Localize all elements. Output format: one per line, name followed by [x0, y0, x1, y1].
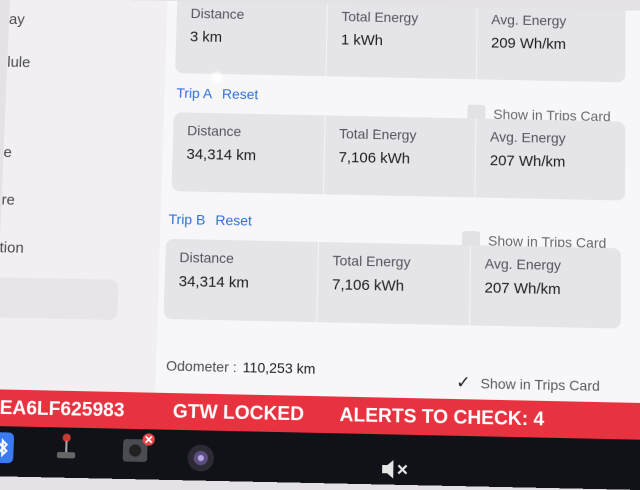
alerts-count: ALERTS TO CHECK: 4: [339, 404, 545, 431]
sidebar-item-selected[interactable]: [0, 276, 119, 321]
trip-b-title: Trip B: [168, 210, 206, 228]
odometer-readout: Odometer : 110,253 km: [166, 357, 316, 376]
trip-a-avg-value: 207 Wh/km: [489, 152, 566, 171]
trip-a-header: Trip A Reset: [176, 85, 258, 102]
dashcam-icon[interactable]: [120, 433, 156, 472]
camera-icon[interactable]: [185, 442, 216, 479]
joystick-icon[interactable]: [53, 431, 79, 467]
energy-cell: Total Energy 1 kWh: [325, 0, 478, 80]
sidebar-item-5[interactable]: tion: [0, 239, 24, 256]
sidebar-item-1[interactable]: ay: [9, 11, 25, 28]
trip-a-avg-cell: Avg. Energy 207 Wh/km: [474, 118, 627, 201]
avg-cell: Avg. Energy 209 Wh/km: [475, 1, 627, 83]
energy-label: Total Energy: [341, 8, 419, 26]
bluetooth-icon[interactable]: [0, 432, 15, 468]
vin-fragment: 1EA6LF625983: [0, 397, 125, 422]
trips-screen: ay lule e re tion Distance 3 km Total En…: [0, 0, 640, 490]
trip-b-energy-label: Total Energy: [332, 252, 411, 270]
trip-b-reset-button[interactable]: Reset: [215, 212, 252, 229]
sidebar-item-4[interactable]: re: [1, 192, 15, 209]
trip-b-energy-cell: Total Energy 7,106 kWh: [316, 241, 471, 326]
trip-b-avg-cell: Avg. Energy 207 Wh/km: [469, 245, 623, 329]
trip-b-energy-value: 7,106 kWh: [331, 276, 405, 295]
distance-label: Distance: [190, 5, 245, 22]
avg-label: Avg. Energy: [491, 11, 567, 29]
trip-a-energy-value: 7,106 kWh: [338, 149, 411, 168]
trip-a-avg-label: Avg. Energy: [490, 128, 566, 146]
odometer-checkmark-icon[interactable]: ✓: [454, 373, 472, 393]
distance-cell: Distance 3 km: [175, 0, 327, 76]
trip-b-avg-value: 207 Wh/km: [484, 279, 561, 299]
trip-a-distance-cell: Distance 34,314 km: [171, 112, 324, 194]
sidebar-item-2[interactable]: lule: [7, 54, 31, 71]
odometer-show-toggle[interactable]: ✓ Show in Trips Card: [454, 373, 600, 395]
trip-a-distance-value: 34,314 km: [186, 145, 257, 165]
trip-a-reset-button[interactable]: Reset: [222, 86, 259, 102]
distance-value: 3 km: [189, 28, 223, 46]
settings-sidebar: ay lule e re tion: [0, 0, 169, 419]
energy-value: 1 kWh: [340, 31, 384, 50]
odometer-label: Odometer :: [165, 357, 237, 376]
trip-a-distance-label: Distance: [186, 122, 242, 140]
trip-b-distance-cell: Distance 34,314 km: [164, 239, 318, 322]
trip-a-energy-cell: Total Energy 7,106 kWh: [322, 115, 477, 198]
sidebar-item-3[interactable]: e: [3, 144, 12, 161]
trip-b-distance-label: Distance: [179, 249, 235, 267]
trip-b-distance-value: 34,314 km: [178, 273, 250, 292]
trip-a-title: Trip A: [176, 84, 213, 102]
trip-a-card: Distance 34,314 km Total Energy 7,106 kW…: [171, 112, 627, 201]
trip-b-card: Distance 34,314 km Total Energy 7,106 kW…: [163, 238, 623, 329]
odometer-value: 110,253 km: [242, 359, 316, 377]
avg-value: 209 Wh/km: [490, 34, 567, 53]
since-last-charge-card: Distance 3 km Total Energy 1 kWh Avg. En…: [175, 0, 627, 83]
trip-a-energy-label: Total Energy: [338, 125, 417, 143]
volume-muted-icon[interactable]: [380, 457, 411, 487]
trip-b-header: Trip B Reset: [168, 211, 252, 229]
trip-b-avg-label: Avg. Energy: [484, 255, 561, 274]
odometer-show-label: Show in Trips Card: [480, 375, 600, 394]
gtw-status: GTW LOCKED: [172, 401, 305, 426]
